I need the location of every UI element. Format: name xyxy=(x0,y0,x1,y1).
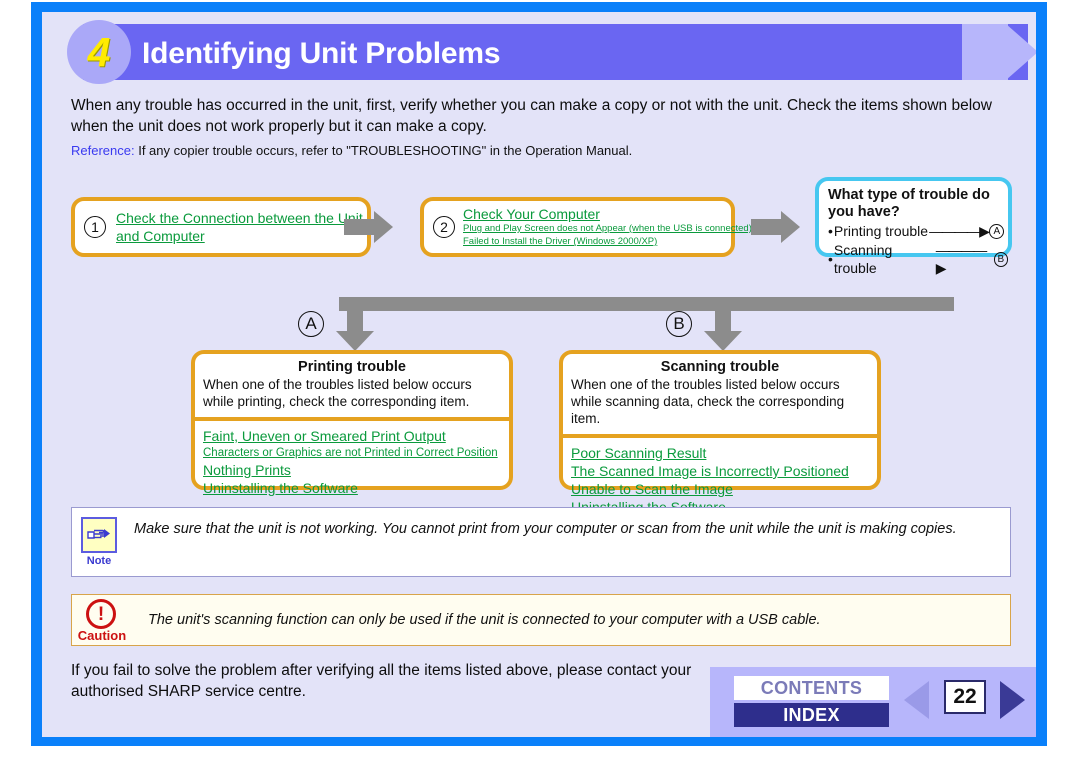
flow-distribution-bar xyxy=(339,297,954,311)
caution-callout: ! Caution The unit's scanning function c… xyxy=(71,594,1011,646)
flow-arrow-down-a-icon xyxy=(336,297,374,351)
trouble-type-heading: What type of trouble do you have? xyxy=(828,187,990,220)
divider xyxy=(563,434,877,438)
scanning-trouble-description: When one of the troubles listed below oc… xyxy=(571,377,845,426)
link-scanned-image-incorrectly-positioned[interactable]: The Scanned Image is Incorrectly Positio… xyxy=(571,462,869,480)
flow-arrow-down-b-icon xyxy=(704,297,742,351)
flow-arrow-right-2-icon xyxy=(751,210,801,244)
divider xyxy=(195,417,509,421)
header-arrow-head-icon xyxy=(1006,24,1036,80)
link-check-your-computer[interactable]: Check Your Computer xyxy=(463,206,752,222)
caution-label: Caution xyxy=(77,628,127,643)
section-header: 4 Identifying Unit Problems xyxy=(42,20,1036,84)
branch-marker-a: A xyxy=(298,311,324,337)
step-2-marker: 2 xyxy=(433,216,455,238)
exclamation-circle-icon: ! xyxy=(86,599,116,629)
arrow-line-icon: ————▶ xyxy=(935,242,987,276)
trouble-type-printing-label: Printing trouble xyxy=(833,223,929,239)
intro-block: When any trouble has occurred in the uni… xyxy=(71,95,1011,159)
flow-arrow-right-1-icon xyxy=(344,210,394,244)
caution-text: The unit's scanning function can only be… xyxy=(148,612,821,628)
footer-text: If you fail to solve the problem after v… xyxy=(71,662,692,700)
index-button[interactable]: INDEX xyxy=(734,703,889,727)
link-uninstalling-software-print[interactable]: Uninstalling the Software xyxy=(203,479,501,497)
step-number: 4 xyxy=(87,28,111,75)
note-callout: Note Make sure that the unit is not work… xyxy=(71,507,1011,577)
link-nothing-prints[interactable]: Nothing Prints xyxy=(203,461,501,479)
footer-nav-band: CONTENTS INDEX 22 xyxy=(710,667,1036,737)
trouble-type-scanning-label: Scanning trouble xyxy=(833,242,893,276)
contents-button[interactable]: CONTENTS xyxy=(734,676,889,700)
printing-trouble-description: When one of the troubles listed below oc… xyxy=(203,377,472,409)
printing-trouble-heading: Printing trouble xyxy=(298,359,406,375)
page-canvas: 4 Identifying Unit Problems When any tro… xyxy=(42,12,1036,737)
link-failed-install-driver[interactable]: Failed to Install the Driver (Windows 20… xyxy=(463,235,752,248)
note-text: Make sure that the unit is not working. … xyxy=(134,521,957,537)
branch-marker-a-ref: A xyxy=(989,223,1005,239)
scanning-trouble-box: Scanning trouble When one of the trouble… xyxy=(559,350,881,515)
reference-label: Reference: xyxy=(71,143,135,158)
intro-paragraph: When any trouble has occurred in the uni… xyxy=(71,97,992,135)
note-label: Note xyxy=(86,555,112,567)
branch-marker-b: B xyxy=(666,311,692,337)
triangle-left-icon[interactable] xyxy=(904,681,929,719)
trouble-type-question-box: What type of trouble do you have? • Prin… xyxy=(815,177,1012,276)
flow-step-1-box[interactable]: 1 Check the Connection between the Unit … xyxy=(71,197,371,257)
printing-trouble-box: Printing trouble When one of the trouble… xyxy=(191,350,513,496)
scanning-trouble-links: Poor Scanning Result The Scanned Image i… xyxy=(563,444,877,516)
page-title: Identifying Unit Problems xyxy=(142,37,501,70)
reference-text: If any copier trouble occurs, refer to "… xyxy=(134,143,633,158)
trouble-type-row-scanning: • Scanning trouble ————▶ B xyxy=(828,241,1009,277)
scanning-trouble-heading: Scanning trouble xyxy=(660,359,780,375)
link-poor-scanning-result[interactable]: Poor Scanning Result xyxy=(571,444,869,462)
intro-reference: Reference: If any copier trouble occurs,… xyxy=(71,142,1011,159)
flow-step-2-box[interactable]: 2 Check Your Computer Plug and Play Scre… xyxy=(420,197,752,257)
link-check-connection[interactable]: Check the Connection between the Unit an… xyxy=(116,209,367,245)
arrow-line-icon: ————▶ xyxy=(929,223,990,239)
triangle-right-icon[interactable] xyxy=(1000,681,1025,719)
header-arrow-tail xyxy=(962,24,1008,80)
branch-marker-b-ref: B xyxy=(993,251,1009,267)
bullet-icon: • xyxy=(828,223,833,239)
link-faint-uneven-smeared[interactable]: Faint, Uneven or Smeared Print Output xyxy=(203,427,501,445)
printing-trouble-links: Faint, Uneven or Smeared Print Output Ch… xyxy=(195,427,509,497)
page-number: 22 xyxy=(944,680,986,714)
link-characters-graphics-position[interactable]: Characters or Graphics are not Printed i… xyxy=(203,445,501,461)
link-unable-to-scan-image[interactable]: Unable to Scan the Image xyxy=(571,480,869,498)
pointing-hand-icon xyxy=(81,517,117,553)
page-frame: 4 Identifying Unit Problems When any tro… xyxy=(31,2,1047,746)
trouble-type-row-printing: • Printing trouble ————▶ A xyxy=(828,222,1008,240)
bullet-icon: • xyxy=(828,251,833,267)
link-plug-and-play-screen[interactable]: Plug and Play Screen does not Appear (wh… xyxy=(463,222,752,235)
step-1-marker: 1 xyxy=(84,216,106,238)
